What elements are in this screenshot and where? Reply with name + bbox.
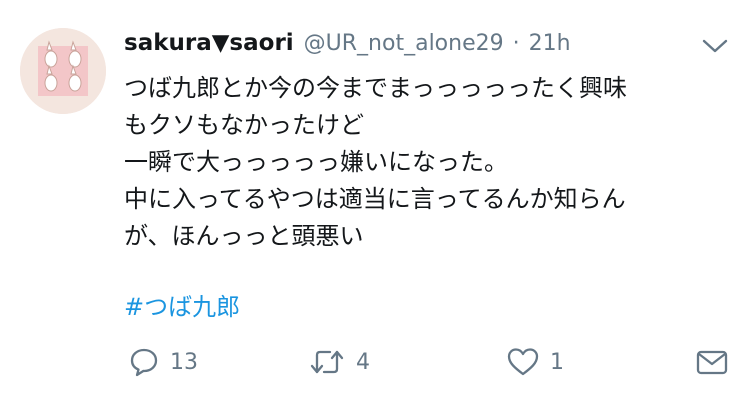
tweet-text-line: 一瞬で大っっっっっ嫌いになった。 [124,148,508,176]
retweet-button[interactable]: 4 [308,340,370,384]
tweet-text-line: が、ほんっっと頭悪い [124,222,364,250]
share-button[interactable] [694,340,730,384]
heart-icon [507,348,539,376]
chevron-down-icon[interactable] [700,36,730,56]
separator-dot: · [512,31,520,56]
tweet-text: つば九郎とか今の今までまっっっっったく興味 もクソもなかったけど 一瞬で大っっっ… [124,70,724,255]
tweet-text-line: 中に入ってるやつは適当に言ってるんか知らん [124,185,626,213]
like-button[interactable]: 1 [506,340,564,384]
tweet-actions: 13 4 1 [0,340,750,384]
reply-count: 13 [170,349,198,375]
hashtag-link[interactable]: #つば九郎 [124,287,240,322]
tweet-header: sakura▼saori @UR_not_alone29 · 21h [124,30,571,64]
avatar[interactable] [20,28,106,114]
reply-bubble-icon [130,348,158,377]
like-count: 1 [550,349,564,375]
reply-button[interactable]: 13 [128,340,198,384]
timestamp[interactable]: 21h [529,31,571,56]
tweet-text-line: つば九郎とか今の今までまっっっっったく興味 [124,74,628,102]
display-name[interactable]: sakura▼saori [124,30,294,56]
tweet-card: sakura▼saori @UR_not_alone29 · 21h つば九郎と… [0,0,750,407]
envelope-icon [696,350,728,375]
user-handle[interactable]: @UR_not_alone29 [304,31,504,56]
retweet-icon [310,350,344,374]
retweet-count: 4 [356,349,370,375]
tweet-text-line: もクソもなかったけど [124,111,364,139]
